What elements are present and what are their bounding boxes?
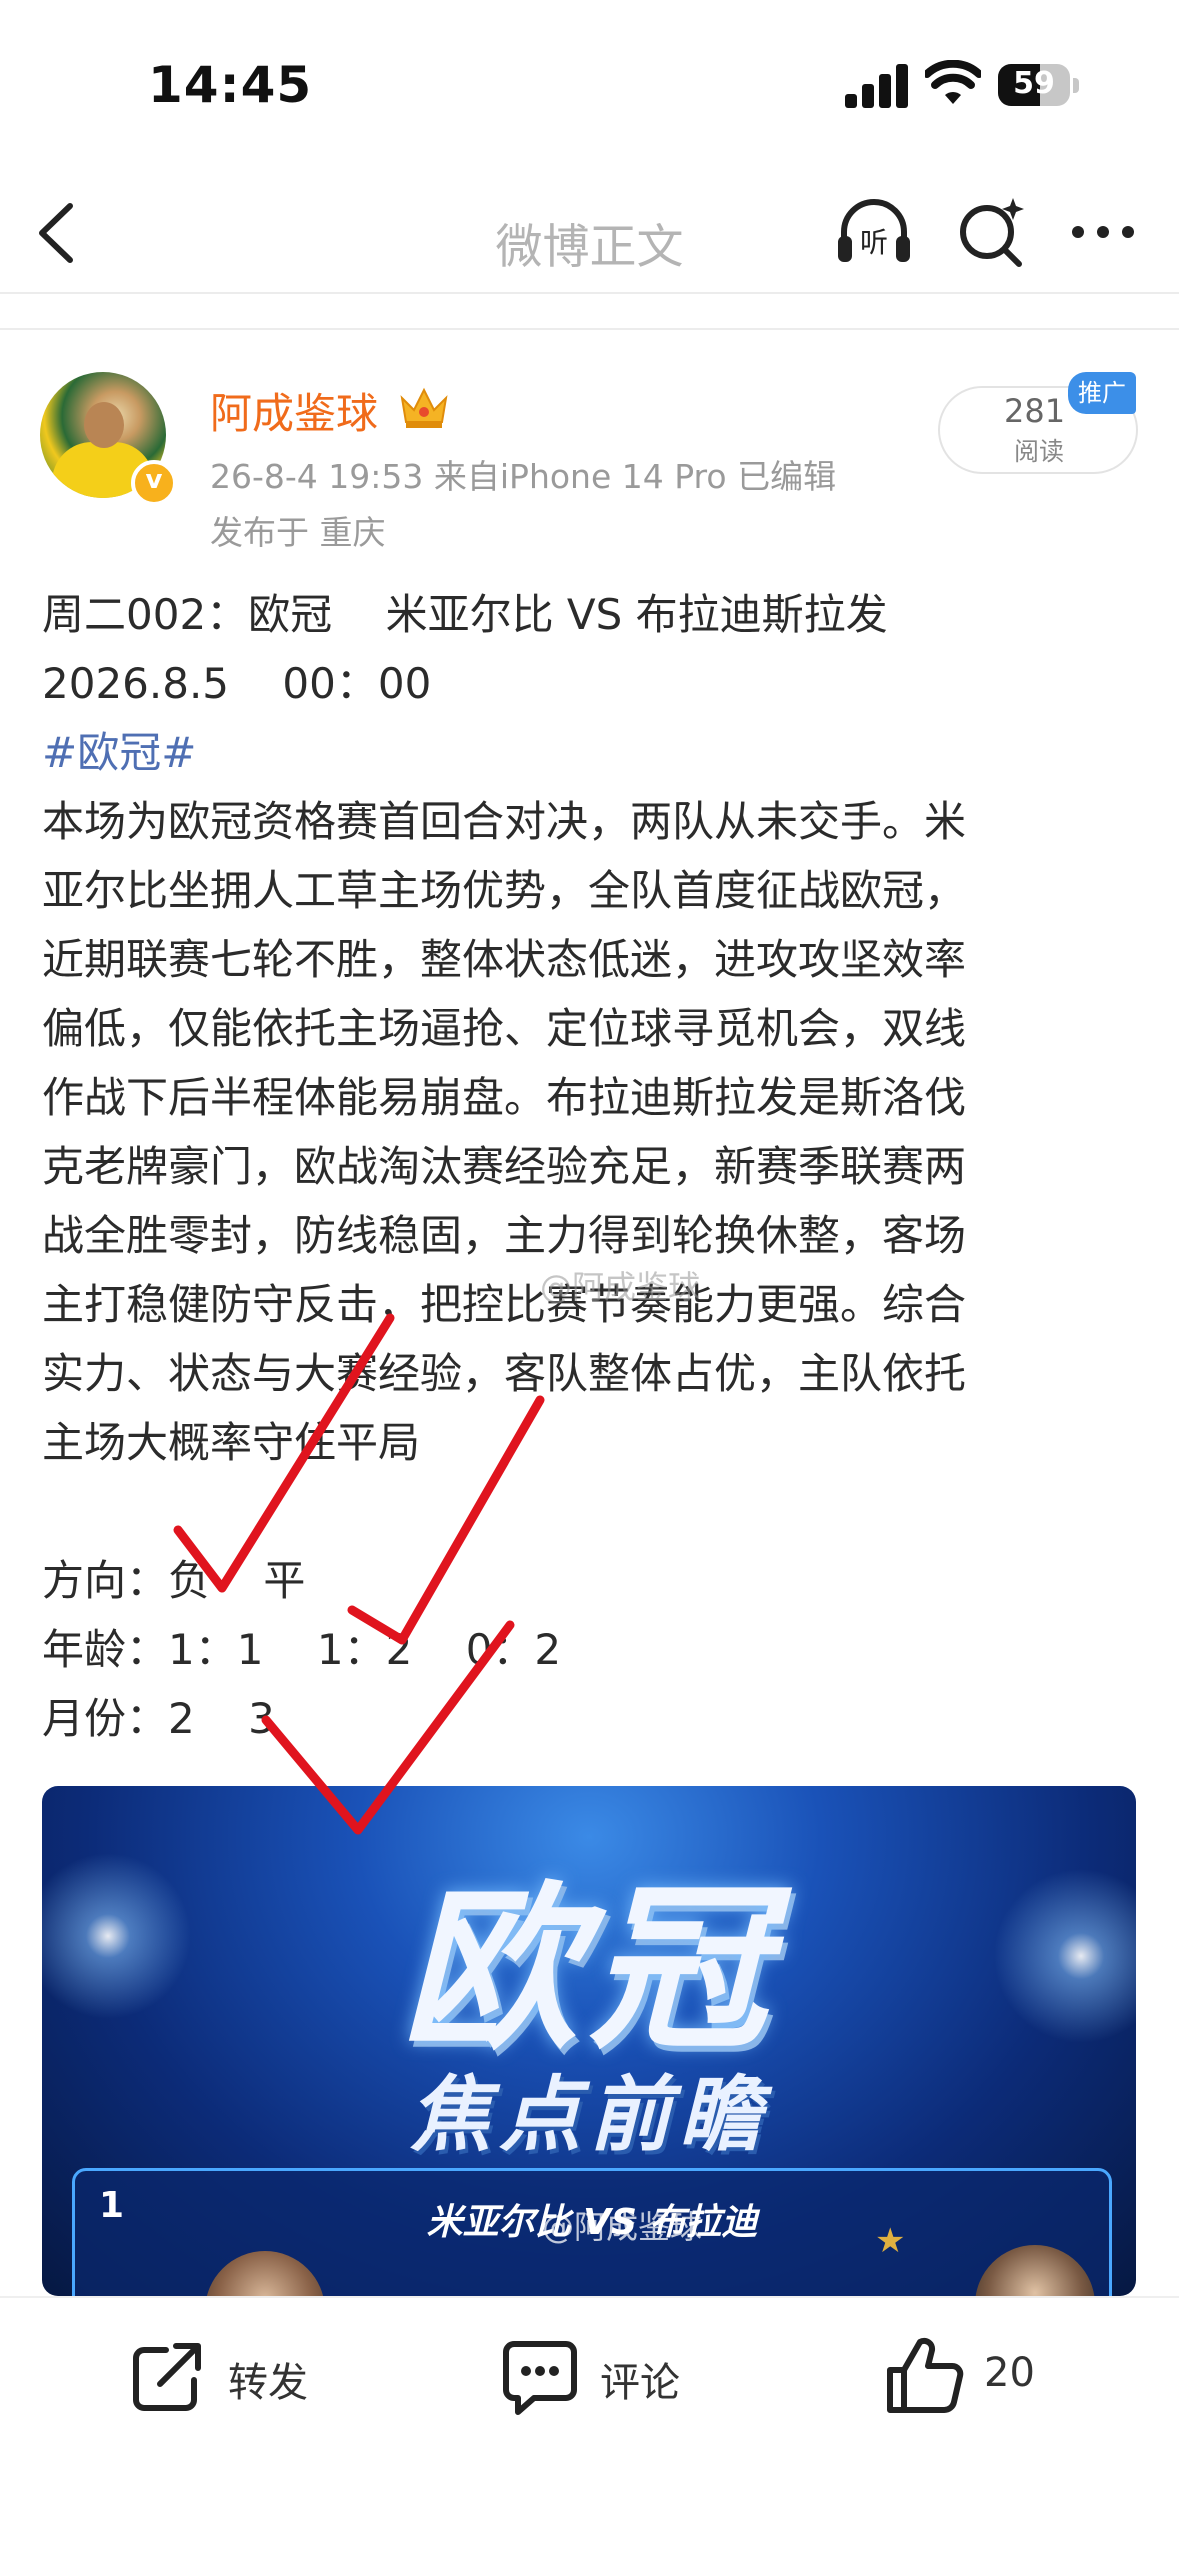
repost-icon (133, 2343, 201, 2411)
comment-button[interactable]: 评论 (500, 2298, 740, 2458)
read-count: 281 (1004, 392, 1066, 430)
crown-icon (400, 387, 448, 428)
post-line: 2026.8.5 00：00 (42, 659, 432, 708)
pick-line: 年龄：1：1 1：2 0：2 (42, 1625, 562, 1674)
status-bar: 14:45 59 (0, 0, 1179, 170)
player-photo (975, 2245, 1095, 2296)
repost-label: 转发 (228, 2360, 308, 2406)
post-location: 发布于 重庆 (210, 513, 386, 552)
battery-icon: 59 (998, 64, 1070, 106)
signal-icon (845, 62, 908, 108)
comment-icon (503, 2341, 577, 2415)
image-title: 欧冠 (401, 1866, 777, 2073)
username[interactable]: 阿成鉴球 (210, 380, 378, 441)
post-meta: 26-8-4 19:53 来自iPhone 14 Pro 已编辑 (210, 457, 837, 496)
image-subtitle: 焦点前瞻 (409, 2068, 769, 2163)
bottom-action-bar: 转发 评论 20 (0, 2296, 1179, 2558)
hashtag-link[interactable]: #欧冠# (42, 718, 1142, 787)
nav-bar: 微博正文 听 (0, 170, 1179, 295)
search-icon[interactable] (955, 192, 1029, 272)
like-count: 20 (984, 2350, 1035, 2396)
like-button[interactable]: 20 (884, 2298, 1084, 2458)
like-icon (887, 2337, 964, 2413)
listen-icon[interactable]: 听 (834, 192, 914, 272)
paragraph-line: 近期联赛七轮不胜，整体状态低迷，进攻攻坚效率 (42, 935, 967, 984)
repost-button[interactable]: 转发 (128, 2298, 368, 2458)
divider (0, 328, 1179, 330)
wifi-icon (925, 60, 981, 104)
paragraph-line: 实力、状态与大赛经验，客队整体占优，主队依托 (42, 1349, 967, 1398)
text-watermark: @阿成鉴球 (540, 1268, 701, 1306)
promo-tag: 推广 (1068, 372, 1136, 414)
post-line: 周二002：欧冠 米亚尔比 VS 布拉迪斯拉发 (42, 590, 888, 639)
star-icon: ★ (875, 2221, 906, 2261)
player-photo (205, 2251, 325, 2296)
verified-icon: v (131, 460, 177, 506)
post-body: 周二002：欧冠 米亚尔比 VS 布拉迪斯拉发 2026.8.5 00：00 #… (42, 580, 1142, 1753)
paragraph-line: 主场大概率守住平局 (42, 1418, 421, 1467)
paragraph-line: 战全胜零封，防线稳固，主力得到轮换休整，客场 (42, 1211, 967, 1260)
read-label: 阅读 (1014, 437, 1065, 466)
paragraph-line: 作战下后半程体能易崩盘。布拉迪斯拉发是斯洛伐 (42, 1073, 967, 1122)
pick-line: 方向：负 平 (42, 1556, 306, 1605)
pick-line: 月份：2 3 (42, 1694, 275, 1743)
post-image[interactable]: 欧冠 焦点前瞻 1 米亚尔比 VS 布拉迪 ★ @阿成鉴球 (42, 1786, 1136, 2296)
status-time: 14:45 (148, 56, 313, 114)
paragraph-line: 亚尔比坐拥人工草主场优势，全队首度征战欧冠， (42, 866, 967, 915)
paragraph-line: 本场为欧冠资格赛首回合对决，两队从未交手。米 (42, 797, 967, 846)
paragraph-line: 克老牌豪门，欧战淘汰赛经验充足，新赛季联赛两 (42, 1142, 967, 1191)
svg-text:听: 听 (860, 226, 888, 259)
more-icon[interactable] (1068, 222, 1138, 242)
battery-cap (1073, 78, 1079, 93)
battery-level: 59 (1013, 66, 1055, 101)
image-watermark: @阿成鉴球 (542, 2208, 703, 2246)
comment-label: 评论 (600, 2360, 680, 2406)
paragraph-line: 偏低，仅能依托主场逼抢、定位球寻觅机会，双线 (42, 1004, 967, 1053)
divider (0, 292, 1179, 294)
